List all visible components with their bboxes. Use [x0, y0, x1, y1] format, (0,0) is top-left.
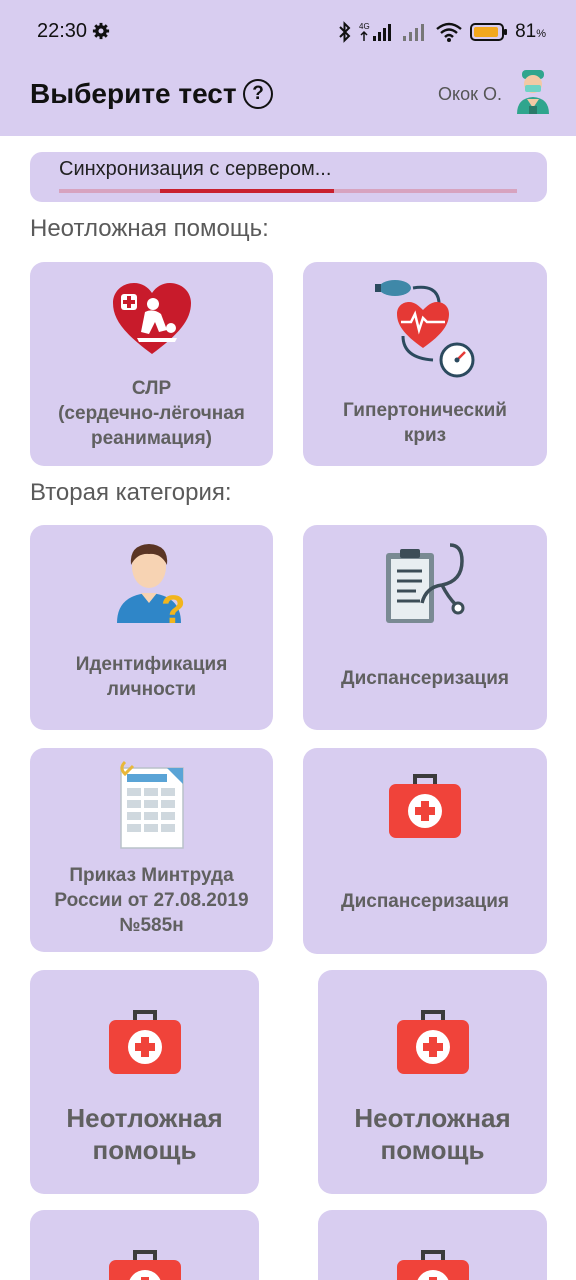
page-title: Выберите тест — [30, 78, 237, 109]
card-emergency-2[interactable]: Неотложная помощь — [318, 970, 547, 1194]
app-header: 22:30 4G 81% Выберите тест ? Окок О. — [0, 0, 576, 136]
first-aid-kit-icon — [396, 1250, 469, 1280]
card-partial-1[interactable] — [30, 1210, 259, 1280]
bluetooth-icon — [339, 21, 351, 43]
help-button[interactable]: ? — [243, 79, 273, 109]
card-label: Диспансеризация — [341, 668, 509, 689]
section-label-second-category: Вторая категория: — [30, 479, 232, 506]
card-label: Неотложная помощь — [66, 1103, 223, 1165]
blood-pressure-icon — [375, 280, 475, 378]
doctor-avatar-icon[interactable] — [514, 68, 552, 116]
card-identification[interactable]: ? Идентификация личности — [30, 525, 273, 730]
first-aid-kit-icon — [389, 774, 461, 838]
card-label: Диспансеризация — [341, 891, 509, 912]
svg-text:4G: 4G — [359, 22, 370, 31]
card-label: Гипертонический криз — [343, 400, 507, 446]
sync-status-panel: Синхронизация с сервером... — [30, 152, 547, 202]
card-cpr[interactable]: СЛР (сердечно-лёгочная реанимация) — [30, 262, 273, 466]
battery-percent: 81% — [515, 21, 546, 42]
card-label: Приказ Минтруда России от 27.08.2019 №58… — [54, 865, 249, 936]
clipboard-stethoscope-icon — [386, 543, 465, 623]
status-time: 22:30 — [37, 20, 88, 42]
card-label: Идентификация личности — [75, 654, 228, 700]
signal-4g-icon: 4G — [359, 22, 392, 41]
first-aid-kit-icon — [108, 1010, 181, 1074]
card-dispensary[interactable]: Диспансеризация — [303, 525, 547, 730]
signal-bars-icon — [403, 24, 425, 41]
section-label-emergency: Неотложная помощь: — [30, 215, 269, 242]
wifi-icon — [436, 22, 462, 42]
card-hypertensive-crisis[interactable]: Гипертонический криз — [303, 262, 547, 466]
card-emergency-1[interactable]: Неотложная помощь — [30, 970, 259, 1194]
sync-progress-fill — [159, 189, 334, 193]
svg-text:?: ? — [161, 588, 185, 627]
status-bar: 22:30 4G 81% — [0, 0, 576, 62]
card-label: СЛР (сердечно-лёгочная реанимация) — [58, 378, 245, 449]
card-label: Неотложная помощь — [354, 1103, 511, 1165]
card-mintrud-order[interactable]: Приказ Минтруда России от 27.08.2019 №58… — [30, 748, 273, 952]
person-question-icon: ? — [116, 544, 185, 627]
user-name[interactable]: Окок О. — [438, 84, 502, 105]
first-aid-kit-icon — [108, 1250, 181, 1280]
card-partial-2[interactable] — [318, 1210, 547, 1280]
card-dispensary-kit[interactable]: Диспансеризация — [303, 748, 547, 954]
sync-status-text: Синхронизация с сервером... — [59, 158, 332, 180]
sync-progress-bar — [59, 189, 517, 193]
status-icons: 4G 81% — [338, 18, 546, 46]
spreadsheet-document-icon — [119, 760, 184, 849]
gear-icon — [92, 22, 110, 40]
heart-cpr-icon — [112, 283, 191, 354]
first-aid-kit-icon — [396, 1010, 469, 1074]
battery-icon — [470, 23, 508, 41]
